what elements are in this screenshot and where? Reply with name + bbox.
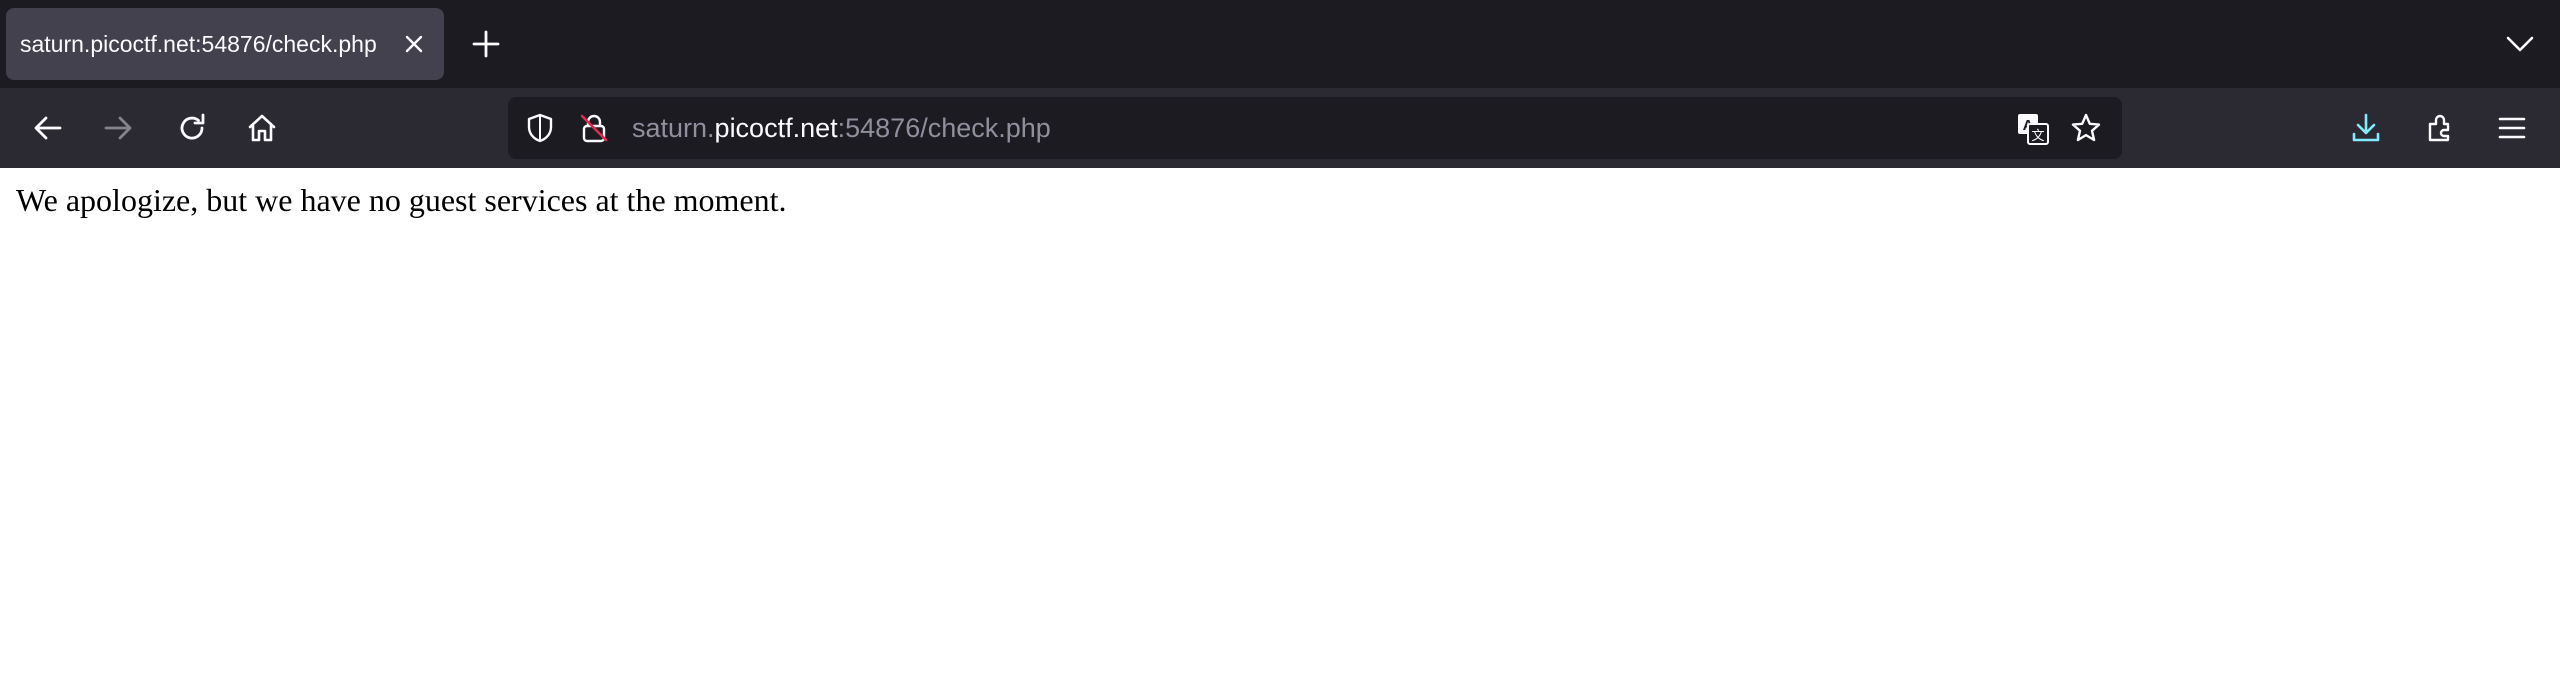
bookmark-star-icon[interactable] <box>2070 112 2102 144</box>
translate-icon[interactable]: A 文 <box>2016 112 2049 145</box>
page-content: We apologize, but we have no guest servi… <box>0 168 2560 686</box>
url-text[interactable]: saturn.picoctf.net:54876/check.php <box>632 97 1051 159</box>
url-suffix: :54876/check.php <box>837 113 1051 143</box>
navigation-toolbar: saturn.picoctf.net:54876/check.php A 文 <box>0 88 2560 168</box>
url-domain: picoctf.net <box>714 113 838 143</box>
close-icon[interactable] <box>400 30 428 58</box>
extensions-icon[interactable] <box>2418 106 2462 150</box>
active-tab[interactable]: saturn.picoctf.net:54876/check.php <box>6 8 444 80</box>
insecure-lock-icon[interactable] <box>578 112 610 144</box>
download-icon[interactable] <box>2344 106 2388 150</box>
home-icon[interactable] <box>240 106 284 150</box>
list-tabs-chevron-icon[interactable] <box>2504 28 2536 60</box>
url-bar[interactable]: saturn.picoctf.net:54876/check.php A 文 <box>508 97 2122 159</box>
svg-text:文: 文 <box>2031 129 2044 144</box>
shield-icon[interactable] <box>524 112 556 144</box>
reload-icon[interactable] <box>170 106 214 150</box>
tab-strip: saturn.picoctf.net:54876/check.php <box>0 0 2560 88</box>
new-tab-icon[interactable] <box>470 28 502 60</box>
menu-icon[interactable] <box>2490 106 2534 150</box>
url-prefix: saturn. <box>632 113 715 143</box>
forward-arrow-icon[interactable] <box>96 106 140 150</box>
tab-title: saturn.picoctf.net:54876/check.php <box>20 31 377 57</box>
page-message: We apologize, but we have no guest servi… <box>16 182 787 218</box>
back-arrow-icon[interactable] <box>26 106 70 150</box>
